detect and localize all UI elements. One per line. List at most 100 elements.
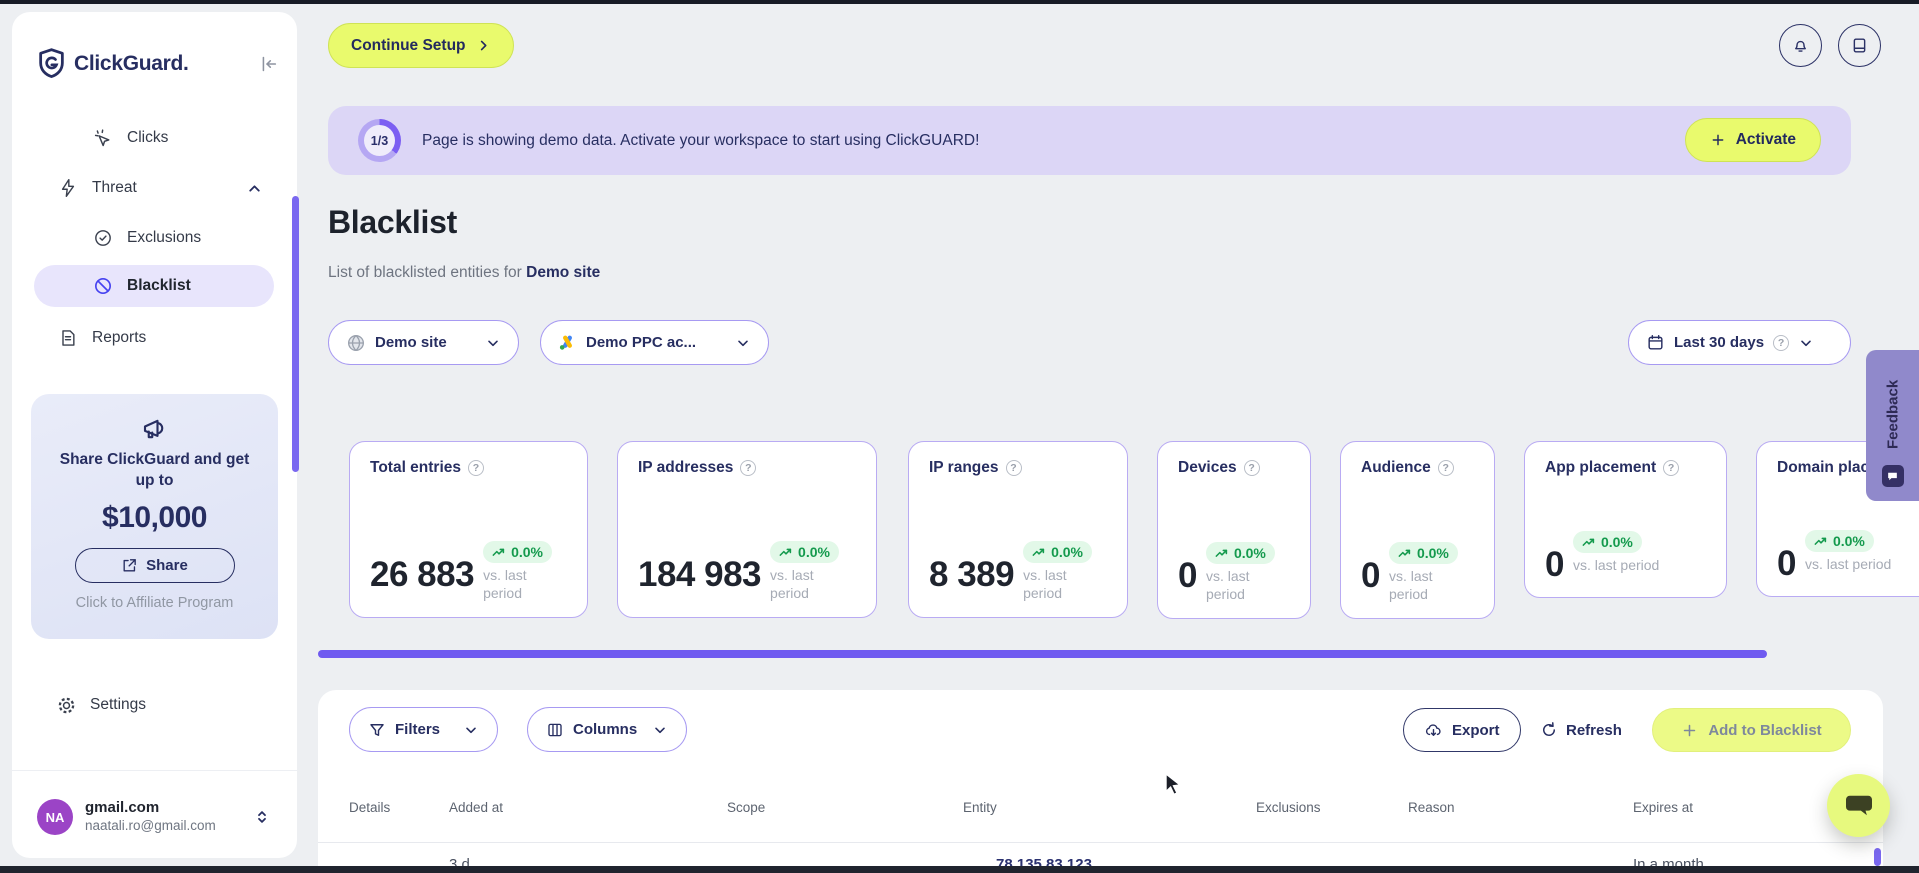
affiliate-caption: Click to Affiliate Program [75,594,234,611]
stat-card-ip-ranges: IP ranges 8 389 0.0% vs. last period [908,441,1128,618]
continue-setup-button[interactable]: Continue Setup [328,23,514,68]
stat-card-app-placement: App placement 0 0.0% vs. last period [1524,441,1727,598]
add-to-blacklist-button[interactable]: Add to Blacklist [1652,708,1851,752]
window-bottom-edge [0,866,1919,873]
column-header-exclusions[interactable]: Exclusions [1256,800,1321,815]
date-range-selector[interactable]: Last 30 days [1628,320,1851,365]
vs-last-period: vs. last period [483,567,527,601]
ppc-account-selector[interactable]: Demo PPC ac... [540,320,769,365]
notifications-button[interactable] [1779,24,1822,67]
plus-icon [1712,134,1724,146]
columns-dropdown[interactable]: Columns [527,707,688,752]
vertical-scrollbar[interactable] [1874,848,1881,866]
vs-last-period: vs. last period [1388,568,1433,602]
stat-label: Devices [1178,459,1237,476]
chat-bubble-icon [1845,795,1872,815]
stat-value: 184 983 [638,555,762,594]
page-title: Blacklist [328,204,457,240]
horizontal-scrollbar[interactable] [318,650,1767,658]
stat-label: Audience [1361,459,1431,476]
stat-label: IP ranges [929,459,999,476]
stat-card-total-entries: Total entries 26 883 0.0% vs. last perio… [349,441,588,618]
brand-name: ClickGuard. [74,51,189,75]
sidebar-item-exclusions[interactable]: Exclusions [12,217,297,259]
chevron-down-icon [738,340,748,346]
blocked-icon [92,275,114,297]
continue-setup-label: Continue Setup [351,36,466,54]
stat-value: 0 [1361,556,1380,595]
affiliate-promo-card[interactable]: Share ClickGuard and get up to $10,000 S… [31,394,278,639]
sidebar-item-reports[interactable]: Reports [12,317,297,359]
help-icon[interactable] [1243,460,1260,476]
sidebar-item-clicks[interactable]: Clicks [12,117,297,159]
feedback-tab[interactable]: Feedback [1866,350,1919,501]
sidebar-item-threat[interactable]: Threat [12,167,297,209]
lightning-icon [57,177,79,199]
document-icon [57,327,79,349]
stat-label: Total entries [370,459,462,476]
site-selector[interactable]: Demo site [328,320,519,365]
divider [318,842,1883,843]
sidebar-item-blacklist[interactable]: Blacklist [34,265,274,307]
stat-value: 0 [1545,545,1564,584]
sidebar-item-label: Threat [92,179,137,196]
stat-label: IP addresses [638,459,734,476]
columns-icon [548,723,562,736]
vs-last-period: vs. last period [1804,556,1892,572]
trend-up-icon [779,548,792,556]
stat-value: 0 [1777,544,1796,583]
chevron-right-icon [480,40,487,51]
column-header-reason[interactable]: Reason [1408,800,1455,815]
column-header-added-at[interactable]: Added at [449,800,503,815]
column-header-expires-at[interactable]: Expires at [1633,800,1693,815]
share-label: Share [146,556,188,574]
vs-last-period: vs. last period [1023,567,1067,601]
trend-up-icon [1215,549,1228,557]
delta-badge: 0.0% [1388,542,1458,564]
plus-icon [1684,724,1696,736]
column-header-entity[interactable]: Entity [963,800,997,815]
share-button[interactable]: Share [74,547,235,583]
activate-label: Activate [1735,131,1796,148]
delta-badge: 0.0% [1205,542,1275,564]
sidebar-item-label: Clicks [127,129,169,146]
add-to-blacklist-label: Add to Blacklist [1708,721,1822,739]
bell-icon [1795,40,1806,52]
sidebar-item-label: Reports [92,329,147,346]
trend-up-icon [1582,538,1595,546]
filters-dropdown[interactable]: Filters [349,707,499,752]
chevron-down-icon [466,727,476,733]
trend-up-icon [492,548,505,556]
megaphone-icon [140,414,170,444]
help-icon[interactable] [1005,460,1022,476]
help-icon[interactable] [740,460,757,476]
refresh-button[interactable]: Refresh [1540,708,1622,752]
delta-badge: 0.0% [1023,541,1093,563]
divider [12,770,297,771]
chevron-up-icon[interactable] [246,180,263,197]
filters-label: Filters [395,721,441,738]
badge-check-icon [92,227,114,249]
docs-button[interactable] [1838,24,1881,67]
help-icon[interactable] [1663,460,1680,476]
brand-header: ClickGuard. [38,48,281,79]
sidebar-item-settings[interactable]: Settings [12,684,297,726]
column-header-details[interactable]: Details [349,800,390,815]
feedback-icon [1881,465,1904,487]
chevron-down-icon [655,727,665,733]
help-icon[interactable] [468,460,485,476]
settings-label: Settings [90,696,147,713]
activate-button[interactable]: Activate [1684,118,1821,162]
chat-launcher-button[interactable] [1827,774,1890,837]
app-window: ClickGuard. Clicks Threat Exclusions Bla… [0,0,1919,873]
column-header-scope[interactable]: Scope [727,800,765,815]
delta-badge: 0.0% [483,541,552,563]
stat-value: 8 389 [929,555,1015,594]
export-button[interactable]: Export [1403,708,1521,752]
help-icon[interactable] [1437,460,1454,476]
account-email: naatali.ro@gmail.com [85,817,216,833]
sidebar-scrollbar[interactable] [292,196,299,472]
account-switcher[interactable]: NA gmail.com naatali.ro@gmail.com [12,787,297,847]
collapse-sidebar-icon[interactable] [255,51,281,77]
chevron-up-down-icon[interactable] [253,808,271,826]
